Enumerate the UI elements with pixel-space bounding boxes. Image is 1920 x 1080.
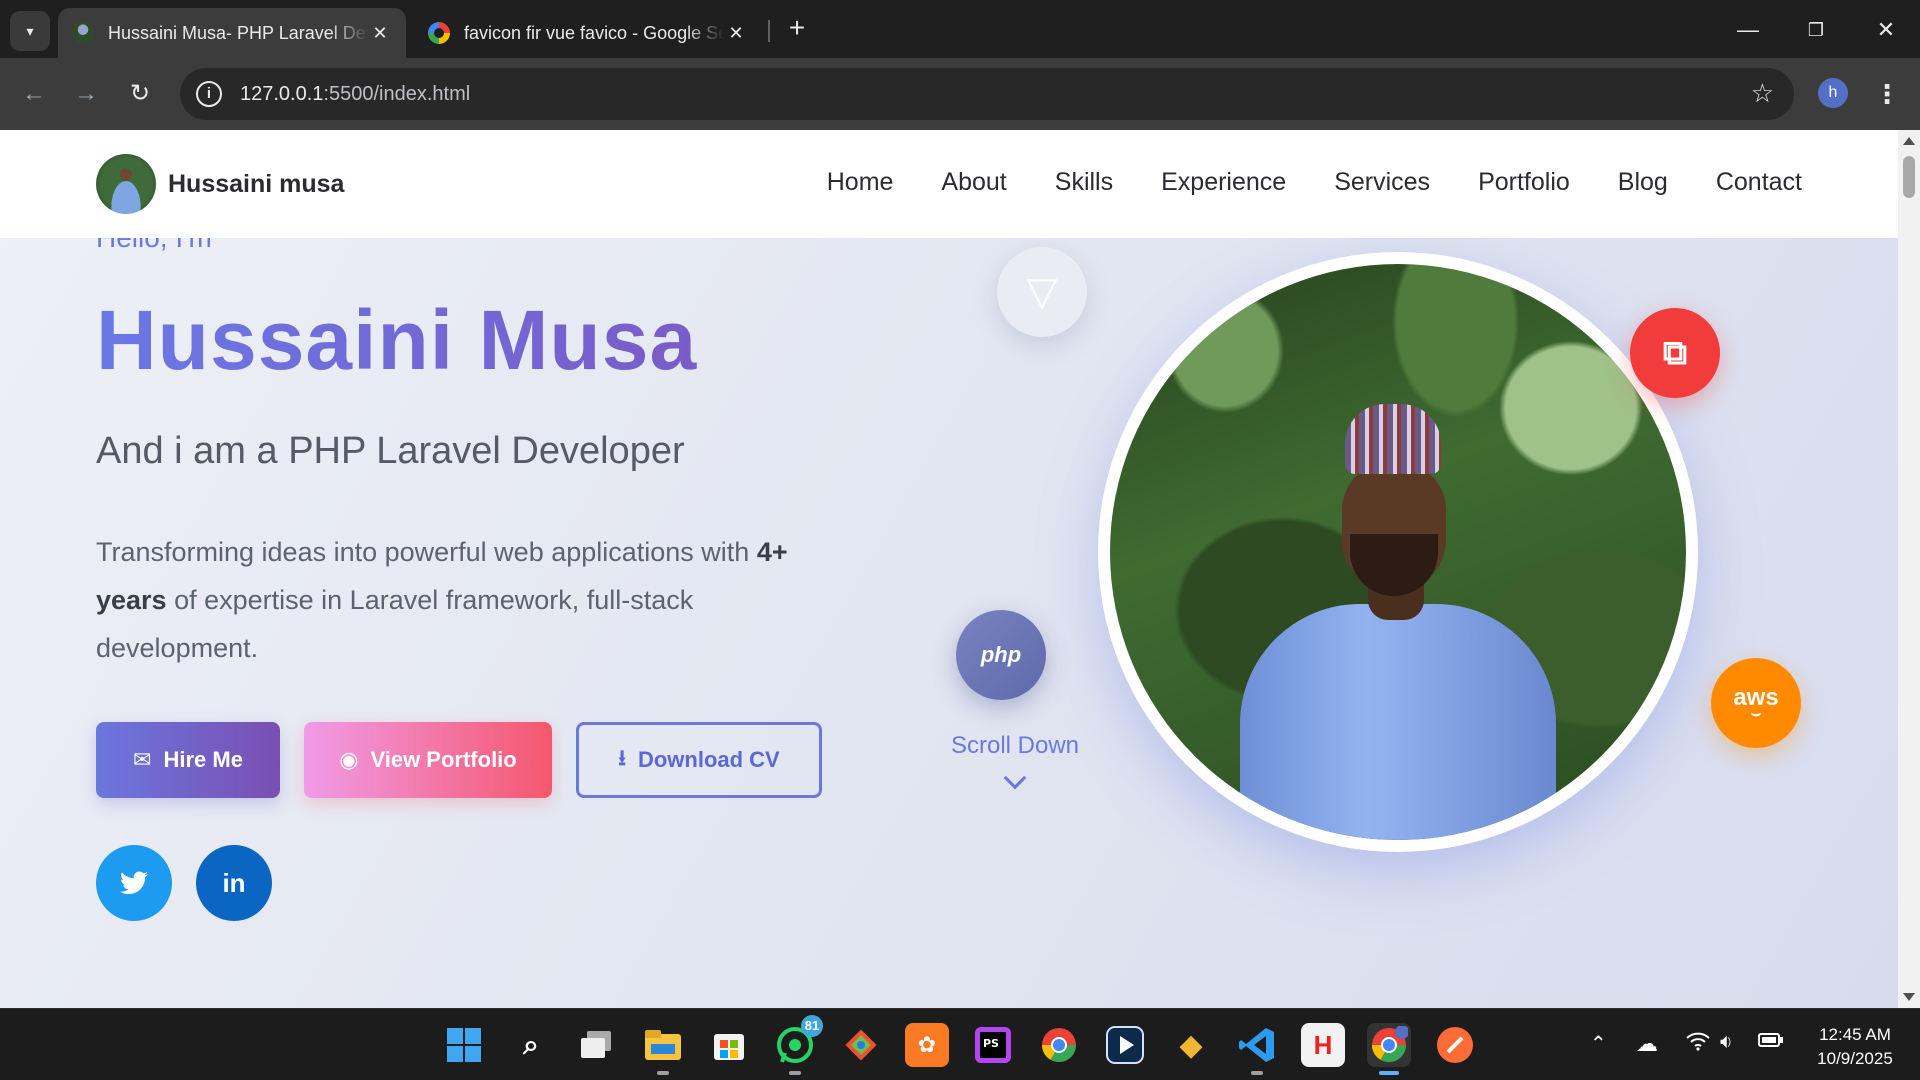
onedrive-cloud-icon[interactable]: ☁: [1636, 1031, 1658, 1057]
whatsapp-icon[interactable]: 81: [773, 1015, 823, 1075]
nav-contact[interactable]: Contact: [1716, 168, 1802, 197]
forward-arrow-icon[interactable]: →: [66, 74, 106, 114]
wifi-icon[interactable]: [1686, 1031, 1710, 1057]
aws-smile-icon: ⌣: [1750, 705, 1762, 722]
tab-title: favicon fir vue favico - Google Search: [464, 22, 724, 43]
elephant-app-icon[interactable]: ◆: [1169, 1023, 1213, 1067]
git-icon[interactable]: [839, 1023, 883, 1067]
svg-text:PS: PS: [983, 1037, 999, 1050]
scroll-up-arrow-icon[interactable]: [1903, 137, 1915, 145]
bookmark-star-icon[interactable]: ☆: [1751, 78, 1774, 109]
twitter-link[interactable]: [96, 845, 172, 921]
nav-about[interactable]: About: [941, 168, 1006, 197]
close-tab-icon[interactable]: ✕: [368, 23, 392, 44]
scroll-down-label: Scroll Down: [950, 732, 1080, 759]
volume-icon[interactable]: 🔉︎: [1720, 1031, 1733, 1054]
battery-icon[interactable]: [1758, 1031, 1784, 1055]
brand-avatar: [96, 154, 156, 214]
profile-avatar[interactable]: h: [1818, 78, 1848, 108]
browser-tab-bar: ▾ Hussaini Musa- PHP Laravel Developer ✕…: [0, 0, 1920, 58]
window-close-icon[interactable]: ✕: [1866, 10, 1906, 50]
system-clock[interactable]: 12:45 AM 10/9/2025: [1800, 1023, 1910, 1071]
nav-portfolio[interactable]: Portfolio: [1478, 168, 1570, 197]
nav-services[interactable]: Services: [1334, 168, 1430, 197]
aws-badge: aws ⌣: [1711, 658, 1801, 748]
vue-icon: ▽: [1026, 270, 1058, 314]
hero-name: Hussaini Musa: [96, 293, 698, 387]
chrome-profile-icon[interactable]: [1367, 1023, 1411, 1075]
tab-active[interactable]: Hussaini Musa- PHP Laravel Developer ✕: [58, 8, 406, 58]
page-viewport: Hussaini musa Home About Skills Experien…: [0, 130, 1898, 1008]
minimize-icon[interactable]: —: [1728, 10, 1768, 50]
task-view-icon[interactable]: [575, 1023, 619, 1067]
browser-toolbar: ← → ↻ i 127.0.0.1:5500/index.html ☆ h ⋮: [0, 58, 1920, 130]
view-portfolio-button[interactable]: ◉ View Portfolio: [304, 722, 552, 798]
reload-icon[interactable]: ↻: [120, 74, 160, 114]
download-icon: ⭳: [618, 745, 626, 770]
php-badge: php: [956, 610, 1046, 700]
site-header: Hussaini musa Home About Skills Experien…: [0, 130, 1898, 238]
start-windows-icon[interactable]: [442, 1023, 486, 1067]
site-info-icon[interactable]: i: [196, 81, 222, 107]
clock-time: 12:45 AM: [1819, 1025, 1891, 1044]
tab-search-button[interactable]: ▾: [10, 11, 50, 51]
laravel-icon: ⧉: [1662, 333, 1688, 372]
photo-person-cap: [1345, 404, 1441, 474]
tab-favicon-avatar-icon: [72, 22, 94, 44]
h-app-icon[interactable]: H: [1301, 1023, 1345, 1067]
profile-photo: [1110, 264, 1686, 840]
envelope-icon: ✉: [133, 747, 152, 772]
new-tab-button[interactable]: +: [782, 14, 812, 44]
phpstorm-icon[interactable]: PS: [971, 1023, 1015, 1067]
vscode-icon[interactable]: [1235, 1023, 1279, 1075]
download-cv-button[interactable]: ⭳ Download CV: [576, 722, 822, 798]
page-scrollbar[interactable]: [1898, 130, 1920, 1008]
taskbar: ⌕ 81 ✿ PS ◆ H ⌃ ☁ 🔉︎ 12:45 AM 10/9/2025: [0, 1008, 1920, 1080]
search-icon[interactable]: ⌕: [509, 1023, 553, 1067]
linkedin-icon: in: [222, 867, 246, 898]
linkedin-link[interactable]: in: [196, 845, 272, 921]
close-tab-icon[interactable]: ✕: [724, 23, 748, 44]
hero-description: Transforming ideas into powerful web app…: [96, 537, 788, 663]
url-text[interactable]: 127.0.0.1:5500/index.html: [240, 83, 470, 106]
whatsapp-unread-badge: 81: [801, 1015, 823, 1037]
vue-badge: ▽: [997, 247, 1087, 337]
restore-icon[interactable]: ❐: [1796, 10, 1836, 50]
clock-date: 10/9/2025: [1817, 1049, 1893, 1068]
twitter-icon: [120, 871, 148, 895]
show-hidden-icons-chevron-icon[interactable]: ⌃: [1590, 1031, 1607, 1056]
hero-role: And i am a PHP Laravel Developer: [96, 430, 685, 472]
brand-logo-link[interactable]: Hussaini musa: [96, 154, 344, 214]
browser-menu-icon[interactable]: ⋮: [1872, 74, 1902, 114]
laravel-badge: ⧉: [1630, 308, 1720, 398]
hire-me-button[interactable]: ✉ Hire Me: [96, 722, 280, 798]
scroll-down-arrow-icon[interactable]: [1903, 993, 1915, 1001]
address-bar[interactable]: i 127.0.0.1:5500/index.html ☆: [180, 68, 1794, 120]
microsoft-store-icon[interactable]: [707, 1023, 751, 1067]
nav-home[interactable]: Home: [827, 168, 894, 197]
nav-experience[interactable]: Experience: [1161, 168, 1286, 197]
tab-inactive[interactable]: favicon fir vue favico - Google Search ✕: [414, 8, 762, 58]
photo-person-body: [1240, 604, 1556, 840]
scroll-down-indicator[interactable]: Scroll Down: [930, 732, 1100, 790]
eye-icon: ◉: [339, 747, 359, 772]
chevron-down-icon: ▾: [26, 22, 34, 39]
main-nav: Home About Skills Experience Services Po…: [779, 168, 1802, 197]
google-favicon-icon: [428, 22, 450, 44]
chrome-icon[interactable]: [1037, 1023, 1081, 1067]
photo-person-beard: [1350, 534, 1438, 596]
scrollbar-thumb[interactable]: [1903, 156, 1915, 198]
tab-title: Hussaini Musa- PHP Laravel Developer: [108, 22, 368, 43]
back-arrow-icon[interactable]: ←: [14, 74, 54, 114]
tab-separator: [768, 20, 770, 42]
php-icon: php: [980, 642, 1022, 667]
brand-name: Hussaini musa: [168, 169, 345, 198]
nav-skills[interactable]: Skills: [1055, 168, 1113, 197]
postman-icon[interactable]: [1433, 1023, 1477, 1067]
xampp-icon[interactable]: ✿: [905, 1023, 949, 1067]
nav-blog[interactable]: Blog: [1618, 168, 1668, 197]
file-explorer-icon[interactable]: [641, 1023, 685, 1075]
chevron-down-icon: [1003, 766, 1027, 790]
media-player-icon[interactable]: [1103, 1023, 1147, 1067]
